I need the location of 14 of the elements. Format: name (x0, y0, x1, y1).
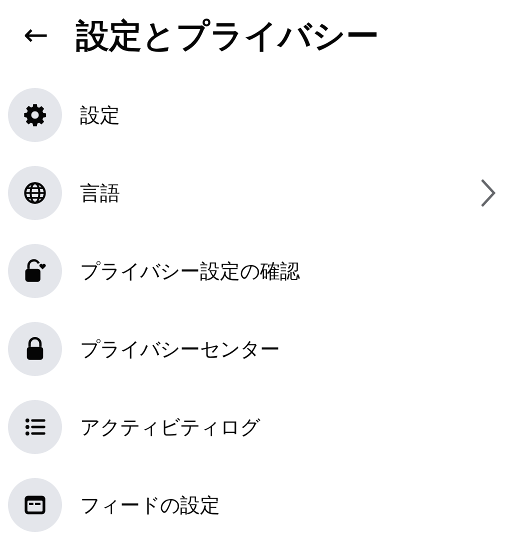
menu-item[interactable]: プライバシー設定の確認 (0, 232, 510, 310)
menu-item-label: 設定 (80, 102, 121, 129)
menu-item-label: フィードの設定 (80, 492, 221, 519)
menu-item[interactable]: 設定 (0, 76, 510, 154)
menu-item-label: プライバシー設定の確認 (80, 258, 301, 285)
menu-item-label: プライバシーセンター (80, 336, 281, 363)
page-title: 設定とプライバシー (76, 16, 379, 56)
menu-item-label: アクティビティログ (80, 414, 262, 441)
menu-item-label: 言語 (80, 180, 121, 207)
menu-item[interactable]: アクティビティログ (0, 388, 510, 466)
menu-item[interactable]: 言語 (0, 154, 510, 232)
menu-item[interactable]: フィードの設定 (0, 466, 510, 544)
menu-item[interactable]: プライバシーセンター (0, 310, 510, 388)
back-button[interactable]: ← (18, 21, 54, 51)
